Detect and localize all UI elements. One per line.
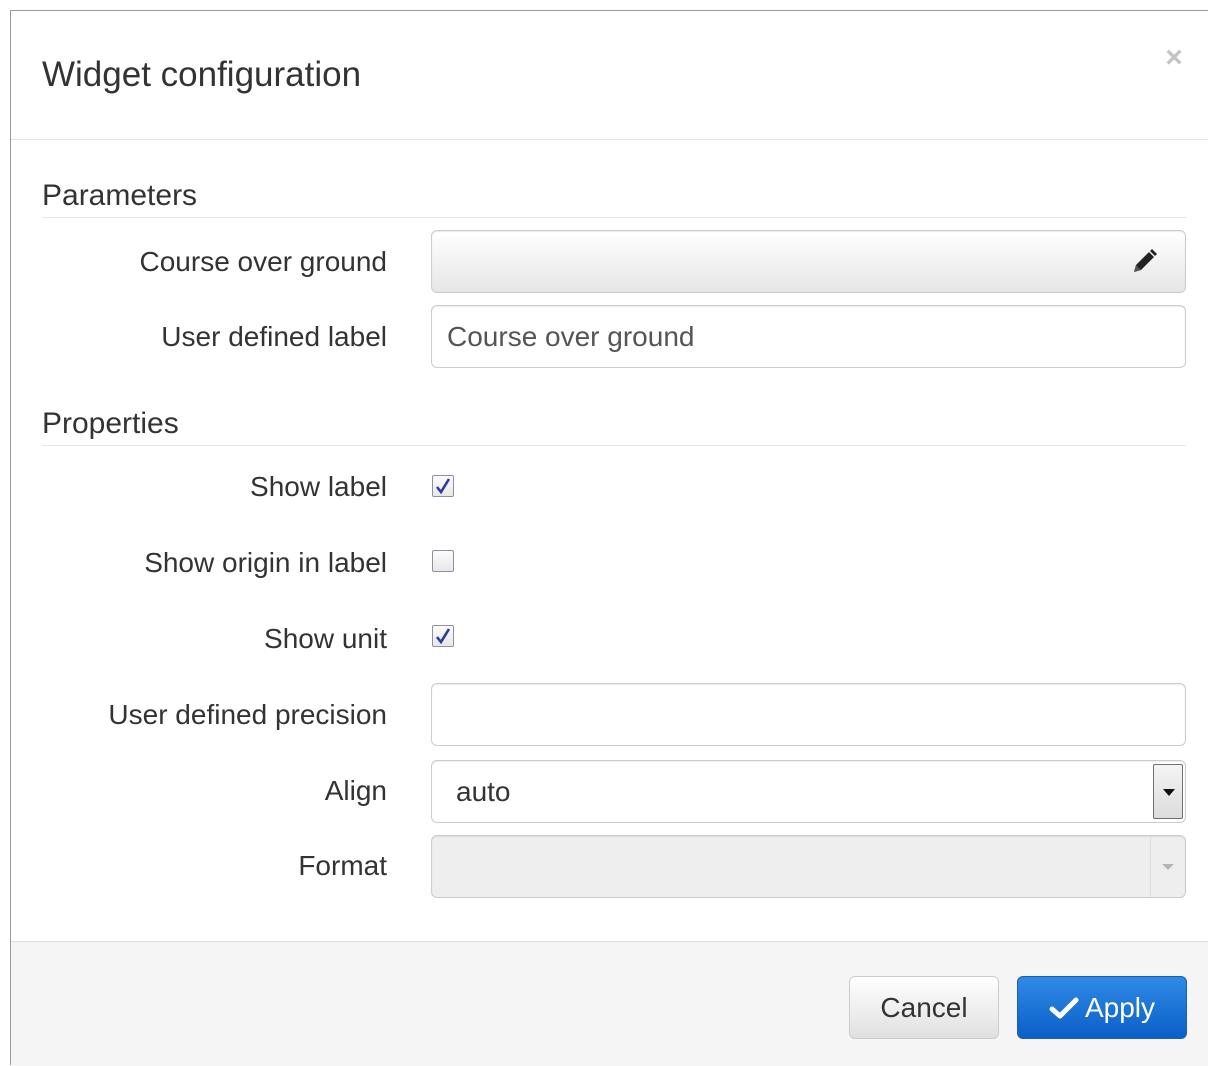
checkmark-icon [435,628,451,645]
section-title-properties: Properties [42,407,1186,446]
show-unit-checkbox[interactable] [432,625,454,647]
course-over-ground-label: Course over ground [139,246,387,277]
dialog-title: Widget configuration [42,55,362,94]
chevron-down-icon[interactable] [1153,764,1183,819]
user-defined-precision-input[interactable] [431,683,1186,746]
course-over-ground-picker[interactable] [431,230,1186,293]
format-label: Format [298,850,387,881]
apply-button[interactable]: Apply [1017,976,1187,1039]
show-origin-in-label-checkbox[interactable] [432,550,454,572]
section-title-parameters: Parameters [42,179,1186,218]
format-select [431,835,1186,898]
cancel-button[interactable]: Cancel [849,976,999,1039]
chevron-down-icon [1150,836,1185,897]
align-select-value: auto [456,776,511,807]
check-icon [1049,997,1079,1019]
dialog-footer: Cancel Apply [11,941,1208,1066]
pencil-icon[interactable] [1127,245,1161,279]
show-label-checkbox[interactable] [432,475,454,497]
checkmark-icon [435,478,451,495]
user-defined-label-input[interactable] [431,305,1186,368]
dialog-header: Widget configuration × [11,11,1208,140]
user-defined-label-label: User defined label [161,321,387,352]
show-label-label: Show label [250,471,387,502]
align-label: Align [324,775,387,806]
widget-configuration-dialog: Widget configuration × Parameters Course… [10,10,1208,1066]
show-unit-label: Show unit [264,623,387,654]
close-icon[interactable]: × [1159,43,1189,73]
apply-button-label: Apply [1084,992,1156,1023]
align-select[interactable]: auto [431,760,1186,823]
show-origin-in-label-label: Show origin in label [144,547,387,578]
user-defined-precision-label: User defined precision [108,699,387,730]
